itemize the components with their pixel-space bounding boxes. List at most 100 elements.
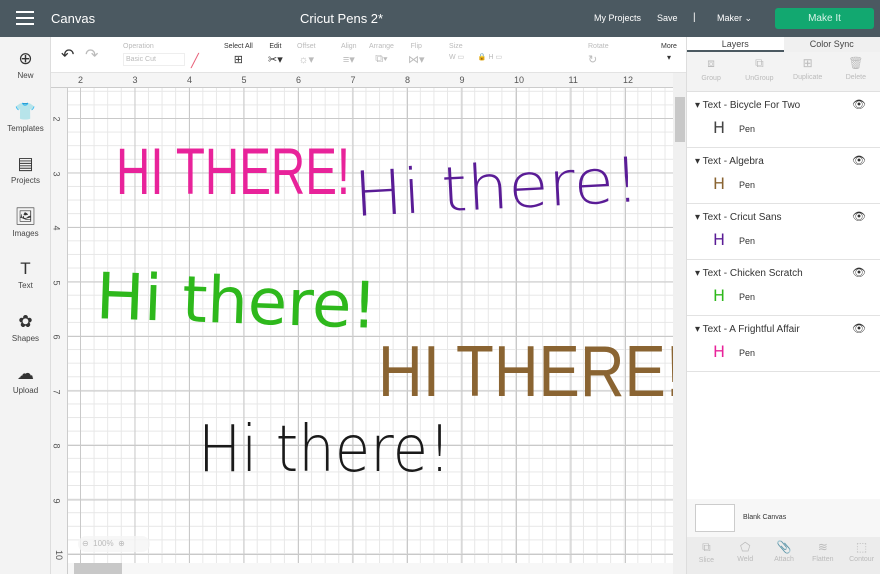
upload-icon: ☁ bbox=[17, 364, 34, 383]
ruler-tick-label: 6 bbox=[51, 334, 62, 340]
pen-layer-icon: H bbox=[713, 118, 726, 137]
top-bar: Canvas Cricut Pens 2* My Projects Save |… bbox=[0, 0, 880, 37]
undo-icon[interactable]: ↶ bbox=[61, 45, 74, 65]
caret-down-icon: ▾ bbox=[666, 53, 671, 62]
layer-type: Pen bbox=[739, 348, 756, 358]
offset-button[interactable]: Offset ☼▾ bbox=[297, 43, 316, 66]
ungroup-button[interactable]: ⧉ UnGroup bbox=[735, 52, 783, 91]
sidebar-item-label: New bbox=[17, 71, 34, 80]
tab-layers[interactable]: Layers bbox=[687, 37, 784, 52]
sidebar-item-images[interactable]: 🖼 Images bbox=[0, 207, 51, 238]
vertical-scrollbar[interactable] bbox=[673, 73, 686, 574]
sidebar-item-label: Shapes bbox=[11, 333, 40, 343]
eye-icon[interactable]: 👁 bbox=[852, 322, 866, 335]
rotate-label: Rotate bbox=[588, 43, 609, 50]
canvas-text-chicken-scratch[interactable]: Hi there! bbox=[95, 260, 379, 344]
canvas-text-bicycle-for-two[interactable]: Hi there! bbox=[198, 418, 451, 482]
text-icon: T bbox=[20, 259, 31, 278]
sidebar-item-text[interactable]: T Text bbox=[0, 259, 51, 290]
pen-layer-icon: H bbox=[713, 286, 726, 305]
layer-title[interactable]: ▾ Text - A Frightful Affair bbox=[695, 324, 800, 335]
blank-canvas-row[interactable]: Blank Canvas bbox=[687, 499, 880, 537]
group-label: Group bbox=[701, 75, 721, 82]
contour-button[interactable]: ⬚ Contour bbox=[842, 537, 880, 574]
layer-title[interactable]: ▾ Text - Algebra bbox=[695, 156, 764, 167]
redo-icon[interactable]: ↷ bbox=[85, 45, 98, 65]
ruler-tick-label: 3 bbox=[51, 170, 62, 177]
height-input[interactable]: H bbox=[488, 54, 493, 61]
sidebar-item-label: Images bbox=[12, 228, 39, 238]
zoom-out-button[interactable]: ⊖ bbox=[82, 539, 89, 548]
group-button[interactable]: ⧈ Group bbox=[687, 52, 735, 91]
duplicate-button[interactable]: ⊞ Duplicate bbox=[784, 52, 832, 91]
ruler-tick-label: 7 bbox=[51, 388, 62, 395]
flatten-button[interactable]: ≋ Flatten bbox=[803, 537, 842, 574]
layer-title[interactable]: ▾ Text - Bicycle For Two bbox=[695, 100, 800, 111]
layer-item[interactable]: ▾ Text - Algebra 👁 H Pen bbox=[687, 148, 880, 204]
arrange-icon: ⧉▾ bbox=[375, 53, 388, 65]
flip-button[interactable]: Flip ⋈▾ bbox=[408, 43, 425, 66]
chevron-down-icon: ⌄ bbox=[744, 13, 753, 23]
sidebar-item-projects[interactable]: ▤ Projects bbox=[0, 154, 51, 185]
ungroup-icon: ⧉ bbox=[755, 56, 764, 70]
sidebar-item-shapes[interactable]: ✿ Shapes bbox=[0, 312, 51, 343]
canvas-text-cricut-sans[interactable]: Hi there! bbox=[352, 143, 641, 231]
machine-select[interactable]: Maker ⌄ bbox=[717, 13, 752, 24]
make-it-button[interactable]: Make It bbox=[775, 8, 874, 29]
edit-label: Edit bbox=[269, 43, 282, 50]
layer-title[interactable]: ▾ Text - Chicken Scratch bbox=[695, 268, 803, 279]
duplicate-label: Duplicate bbox=[793, 74, 823, 81]
shapes-icon: ✿ bbox=[18, 311, 33, 331]
pen-color-icon[interactable]: ╱ bbox=[191, 53, 199, 69]
canvas-text-algebra[interactable]: HI THERE! bbox=[378, 336, 673, 408]
arrange-button[interactable]: Arrange ⧉▾ bbox=[369, 43, 394, 66]
edit-button[interactable]: Edit ✂▾ bbox=[268, 43, 283, 66]
slice-icon: ⧉ bbox=[702, 540, 711, 554]
blank-canvas-swatch[interactable] bbox=[695, 504, 735, 532]
horizontal-scrollbar[interactable] bbox=[68, 563, 673, 574]
layer-item[interactable]: ▾ Text - Cricut Sans 👁 H Pen bbox=[687, 204, 880, 260]
align-button[interactable]: Align ≡▾ bbox=[341, 43, 357, 66]
zoom-in-button[interactable]: ⊕ bbox=[118, 539, 125, 548]
sidebar-item-new[interactable]: ⊕ New bbox=[0, 49, 51, 80]
layer-item[interactable]: ▾ Text - Chicken Scratch 👁 H Pen bbox=[687, 260, 880, 316]
delete-button[interactable]: 🗑 Delete bbox=[832, 52, 880, 91]
sidebar-item-upload[interactable]: ☁ Upload bbox=[0, 364, 51, 395]
ruler-tick-label: 9 bbox=[51, 497, 62, 504]
operation-select[interactable]: Operation Basic Cut bbox=[123, 43, 185, 66]
eye-icon[interactable]: 👁 bbox=[852, 154, 866, 167]
images-icon: 🖼 bbox=[14, 206, 37, 226]
eye-icon[interactable]: 👁 bbox=[852, 266, 866, 279]
eye-icon[interactable]: 👁 bbox=[852, 98, 866, 111]
save-button[interactable]: Save bbox=[657, 13, 678, 23]
layer-item[interactable]: ▾ Text - Bicycle For Two 👁 H Pen bbox=[687, 92, 880, 148]
width-input[interactable]: W bbox=[449, 54, 456, 61]
flip-icon: ⋈▾ bbox=[408, 54, 425, 66]
layer-title[interactable]: ▾ Text - Cricut Sans bbox=[695, 212, 782, 223]
more-button[interactable]: More ▾ bbox=[661, 43, 677, 62]
rotate-group[interactable]: Rotate ↻ bbox=[588, 43, 609, 66]
sidebar-item-label: Upload bbox=[12, 386, 39, 395]
eye-icon[interactable]: 👁 bbox=[852, 210, 866, 223]
section-label: Canvas bbox=[51, 11, 96, 26]
select-all-button[interactable]: Select All ⊞ bbox=[224, 43, 253, 66]
my-projects-link[interactable]: My Projects bbox=[594, 13, 641, 23]
canvas-grid[interactable]: HI THERE! Hi there! Hi there! HI THERE! … bbox=[68, 88, 673, 563]
ruler-tick-label: 11 bbox=[568, 75, 578, 85]
machine-label: Maker bbox=[717, 13, 743, 23]
attach-button[interactable]: 📎 Attach bbox=[765, 537, 804, 574]
layer-item[interactable]: ▾ Text - A Frightful Affair 👁 H Pen bbox=[687, 316, 880, 372]
weld-button[interactable]: ⬠ Weld bbox=[726, 537, 765, 574]
layer-name: Text - Bicycle For Two bbox=[702, 100, 801, 111]
canvas-text-frightful-affair[interactable]: HI THERE! bbox=[116, 138, 350, 204]
size-label: Size bbox=[449, 43, 463, 50]
projects-icon: ▤ bbox=[17, 154, 34, 173]
hamburger-icon[interactable] bbox=[16, 11, 34, 25]
sidebar-item-templates[interactable]: 👕 Templates bbox=[0, 102, 51, 133]
arrange-label: Arrange bbox=[369, 43, 394, 50]
trash-icon: 🗑 bbox=[848, 56, 864, 70]
contour-label: Contour bbox=[849, 556, 875, 563]
tab-color-sync[interactable]: Color Sync bbox=[784, 37, 880, 52]
slice-button[interactable]: ⧉ Slice bbox=[687, 537, 726, 574]
lock-icon[interactable]: 🔒 bbox=[478, 54, 487, 61]
